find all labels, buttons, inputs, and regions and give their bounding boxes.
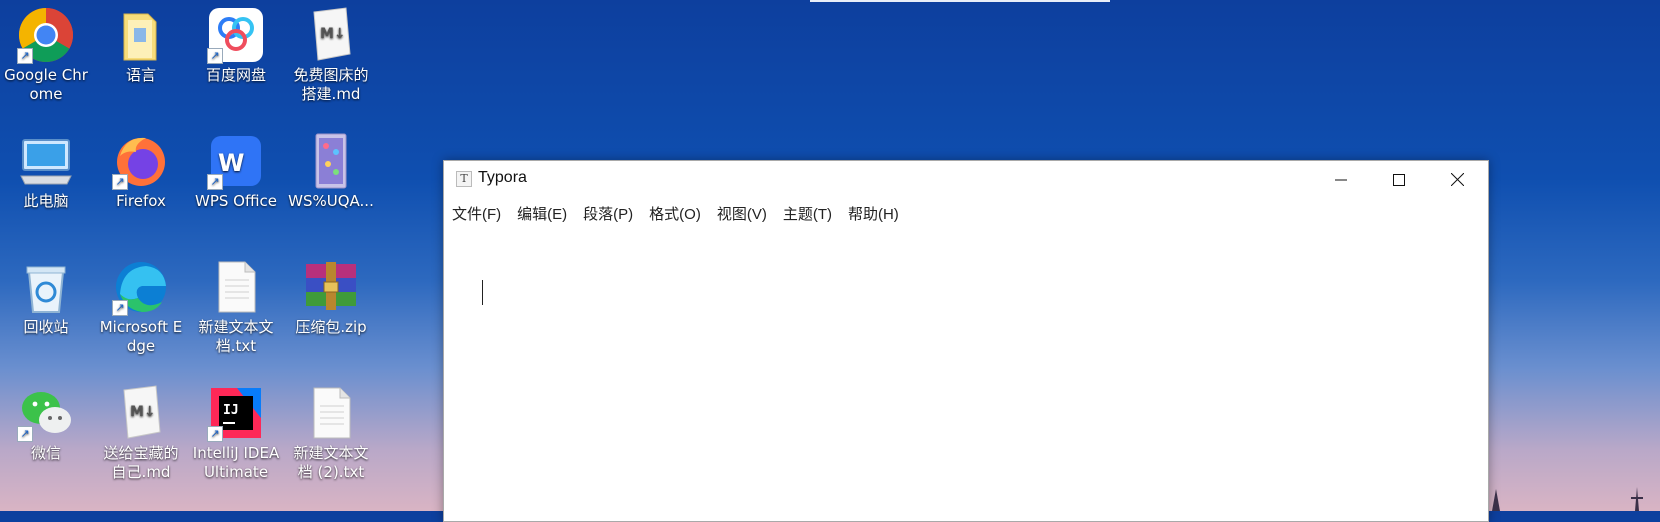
shortcut-arrow-icon: ↗ [112, 300, 128, 316]
desktop-icon-text-file[interactable]: 新建文本文档.txt [190, 252, 282, 356]
zip-archive-icon [302, 258, 360, 316]
computer-icon [17, 132, 75, 190]
menu-format[interactable]: 格式(O) [649, 201, 709, 226]
desktop-icon-folder[interactable]: 语言 [95, 0, 187, 85]
markdown-file-icon: M↓ [112, 384, 170, 442]
tree-silhouette [1492, 489, 1500, 511]
desktop-icon-label: Microsoft Edge [99, 318, 183, 355]
desktop-icon-google-chrome[interactable]: ↗ Google Chrome [0, 0, 92, 104]
tower-silhouette [1631, 487, 1643, 511]
image-file-icon [302, 132, 360, 190]
menu-view[interactable]: 视图(V) [717, 201, 775, 226]
desktop-icon-label: 语言 [125, 66, 156, 84]
desktop-icon-text-file-2[interactable]: 新建文本文档 (2).txt [285, 378, 377, 482]
markdown-file-icon: M↓ [302, 6, 360, 64]
wechat-icon: ↗ [17, 384, 75, 442]
desktop-icon-label: 压缩包.zip [295, 318, 367, 336]
desktop-icon-recycle-bin[interactable]: 回收站 [0, 252, 92, 337]
shortcut-arrow-icon: ↗ [17, 426, 33, 442]
top-edge-highlight [810, 0, 1110, 2]
desktop-icon-microsoft-edge[interactable]: ↗ Microsoft Edge [95, 252, 187, 356]
close-icon [1450, 173, 1464, 186]
intellij-idea-icon: IJ ↗ [207, 384, 265, 442]
minimize-button[interactable] [1312, 161, 1370, 198]
text-file-icon [302, 384, 360, 442]
editor-area[interactable] [444, 231, 1488, 521]
desktop-icon-wechat[interactable]: ↗ 微信 [0, 378, 92, 463]
folder-icon [112, 6, 170, 64]
typora-app-icon: T [456, 171, 472, 187]
text-file-icon [207, 258, 265, 316]
desktop-icon-label: Firefox [116, 192, 166, 210]
desktop-icon-baidu-netdisk[interactable]: ↗ 百度网盘 [190, 0, 282, 85]
desktop-icon-label: 回收站 [23, 318, 69, 336]
desktop-icon-intellij-idea[interactable]: IJ ↗ IntelliJ IDEA Ultimate [190, 378, 282, 482]
desktop-icon-label: 百度网盘 [205, 66, 266, 84]
desktop-icon-label: 免费图床的搭建.md [293, 66, 369, 103]
svg-text:M↓: M↓ [320, 26, 346, 42]
firefox-icon: ↗ [112, 132, 170, 190]
desktop-icon-label: IntelliJ IDEA Ultimate [192, 444, 280, 481]
desktop-icon-label: 新建文本文档 (2).txt [293, 444, 369, 481]
svg-text:W: W [218, 149, 244, 177]
desktop-icon-md-file-1[interactable]: M↓ 免费图床的搭建.md [285, 0, 377, 104]
desktop-icon-label: Google Chrome [4, 66, 88, 103]
desktop-icon-label: 微信 [30, 444, 61, 462]
svg-text:M↓: M↓ [130, 404, 156, 420]
desktop-icon-wps-office[interactable]: W ↗ WPS Office [190, 126, 282, 211]
desktop-icon-firefox[interactable]: ↗ Firefox [95, 126, 187, 211]
menu-file[interactable]: 文件(F) [452, 201, 509, 226]
desktop-icon-label: 新建文本文档.txt [198, 318, 274, 355]
typora-window[interactable]: T Typora 文件(F) 编辑(E) 段落(P) 格式(O) 视图(V) 主… [443, 160, 1489, 522]
menu-paragraph[interactable]: 段落(P) [583, 201, 641, 226]
desktop-icon-label: 送给宝藏的自己.md [103, 444, 179, 481]
wps-office-icon: W ↗ [207, 132, 265, 190]
shortcut-arrow-icon: ↗ [207, 426, 223, 442]
desktop-icon-zip[interactable]: 压缩包.zip [285, 252, 377, 337]
title-bar[interactable]: T Typora [444, 161, 1488, 198]
shortcut-arrow-icon: ↗ [17, 48, 33, 64]
text-caret [482, 280, 483, 305]
desktop-icon-image-file[interactable]: WS%UQA... [285, 126, 377, 211]
shortcut-arrow-icon: ↗ [207, 48, 223, 64]
menu-help[interactable]: 帮助(H) [848, 201, 907, 226]
baidu-netdisk-icon: ↗ [207, 6, 265, 64]
edge-icon: ↗ [112, 258, 170, 316]
svg-text:IJ: IJ [223, 403, 239, 418]
chrome-icon: ↗ [17, 6, 75, 64]
desktop-icon-computer[interactable]: 此电脑 [0, 126, 92, 211]
close-button[interactable] [1428, 161, 1486, 198]
desktop-icon-md-file-2[interactable]: M↓ 送给宝藏的自己.md [95, 378, 187, 482]
maximize-icon [1393, 173, 1405, 186]
desktop-icon-label: 此电脑 [23, 192, 69, 210]
maximize-button[interactable] [1370, 161, 1428, 198]
menu-bar: 文件(F) 编辑(E) 段落(P) 格式(O) 视图(V) 主题(T) 帮助(H… [452, 201, 915, 226]
menu-edit[interactable]: 编辑(E) [517, 201, 575, 226]
minimize-icon [1335, 179, 1347, 180]
desktop-icon-label: WPS Office [195, 192, 277, 210]
shortcut-arrow-icon: ↗ [207, 174, 223, 190]
desktop-icon-label: WS%UQA... [288, 192, 374, 210]
menu-theme[interactable]: 主题(T) [783, 201, 840, 226]
recycle-bin-icon [17, 258, 75, 316]
shortcut-arrow-icon: ↗ [112, 174, 128, 190]
window-title: Typora [478, 169, 527, 186]
